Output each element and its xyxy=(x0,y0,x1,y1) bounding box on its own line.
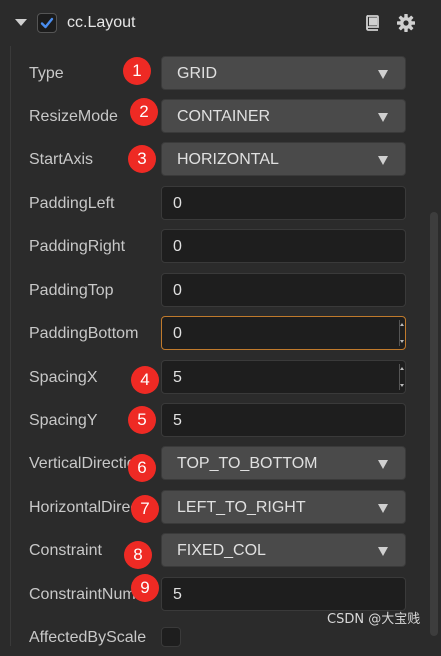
padding-left-input[interactable]: 0 xyxy=(161,186,406,220)
annotation-badge-6: 6 xyxy=(128,454,156,482)
input-value: 0 xyxy=(173,325,182,342)
checkmark-icon xyxy=(40,17,54,29)
constraint-dropdown[interactable]: FIXED_COL xyxy=(161,533,406,567)
number-stepper[interactable] xyxy=(399,364,404,390)
property-row-type: Type GRID xyxy=(29,56,407,92)
input-value: 5 xyxy=(173,369,182,386)
resize-mode-dropdown[interactable]: CONTAINER xyxy=(161,99,406,133)
padding-top-input[interactable]: 0 xyxy=(161,273,406,307)
scrollbar-thumb[interactable] xyxy=(430,212,438,636)
property-row-start-axis: StartAxis HORIZONTAL xyxy=(29,142,407,178)
annotation-badge-3: 3 xyxy=(128,145,156,173)
property-row-padding-right: PaddingRight 0 xyxy=(29,229,407,265)
watermark-text: CSDN @大宝贱 xyxy=(327,612,421,627)
dropdown-value: FIXED_COL xyxy=(177,542,266,559)
vertical-direction-dropdown[interactable]: TOP_TO_BOTTOM xyxy=(161,446,406,480)
annotation-badge-8: 8 xyxy=(124,541,152,569)
dropdown-value: CONTAINER xyxy=(177,108,271,125)
property-row-spacing-x: SpacingX 5 xyxy=(29,360,407,396)
annotation-badge-1: 1 xyxy=(123,57,151,85)
annotation-badge-9: 9 xyxy=(131,574,159,602)
property-row-padding-top: PaddingTop 0 xyxy=(29,273,407,309)
input-value: 0 xyxy=(173,195,182,212)
dropdown-value: HORIZONTAL xyxy=(177,151,279,168)
property-label: PaddingBottom xyxy=(29,325,139,342)
dropdown-value: TOP_TO_BOTTOM xyxy=(177,455,318,472)
spacing-y-input[interactable]: 5 xyxy=(161,403,406,437)
caret-down-icon xyxy=(378,460,388,469)
property-row-spacing-y: SpacingY 5 xyxy=(29,403,407,439)
property-row-horizontal-direction: HorizontalDirection LEFT_TO_RIGHT xyxy=(29,490,407,526)
property-row-constraint: Constraint FIXED_COL xyxy=(29,533,407,569)
annotation-badge-2: 2 xyxy=(130,98,158,126)
constraint-num-input[interactable]: 5 xyxy=(161,577,406,611)
input-value: 0 xyxy=(173,282,182,299)
property-label: AffectedByScale xyxy=(29,629,147,646)
padding-bottom-input[interactable]: 0 xyxy=(161,316,406,350)
caret-down-icon xyxy=(378,547,388,556)
dropdown-value: LEFT_TO_RIGHT xyxy=(177,499,306,516)
property-label: PaddingLeft xyxy=(29,195,115,212)
annotation-badge-7: 7 xyxy=(131,495,159,523)
input-value: 0 xyxy=(173,238,182,255)
component-title: cc.Layout xyxy=(67,14,136,31)
caret-down-icon xyxy=(378,504,388,513)
start-axis-dropdown[interactable]: HORIZONTAL xyxy=(161,142,406,176)
component-enabled-checkbox[interactable] xyxy=(37,13,57,33)
caret-down-icon xyxy=(378,70,388,79)
book-icon[interactable] xyxy=(362,13,382,33)
triangle-down-icon[interactable] xyxy=(15,19,27,26)
number-stepper[interactable] xyxy=(399,320,404,346)
property-label: PaddingRight xyxy=(29,238,126,255)
gear-icon[interactable] xyxy=(396,13,416,33)
property-label: PaddingTop xyxy=(29,282,114,299)
property-row-resize-mode: ResizeMode CONTAINER xyxy=(29,99,407,135)
property-row-padding-bottom: PaddingBottom 0 xyxy=(29,316,407,352)
type-dropdown[interactable]: GRID xyxy=(161,56,406,90)
input-value: 5 xyxy=(173,586,182,603)
caret-down-icon xyxy=(378,156,388,165)
property-row-padding-left: PaddingLeft 0 xyxy=(29,186,407,222)
input-value: 5 xyxy=(173,412,182,429)
horizontal-direction-dropdown[interactable]: LEFT_TO_RIGHT xyxy=(161,490,406,524)
spacing-x-input[interactable]: 5 xyxy=(161,360,406,394)
padding-right-input[interactable]: 0 xyxy=(161,229,406,263)
caret-down-icon xyxy=(378,113,388,122)
annotation-badge-5: 5 xyxy=(128,406,156,434)
affected-by-scale-checkbox[interactable] xyxy=(161,627,181,647)
dropdown-value: GRID xyxy=(177,65,217,82)
property-row-vertical-direction: VerticalDirection TOP_TO_BOTTOM xyxy=(29,446,407,482)
annotation-badge-4: 4 xyxy=(131,366,159,394)
component-header: cc.Layout xyxy=(0,0,441,46)
